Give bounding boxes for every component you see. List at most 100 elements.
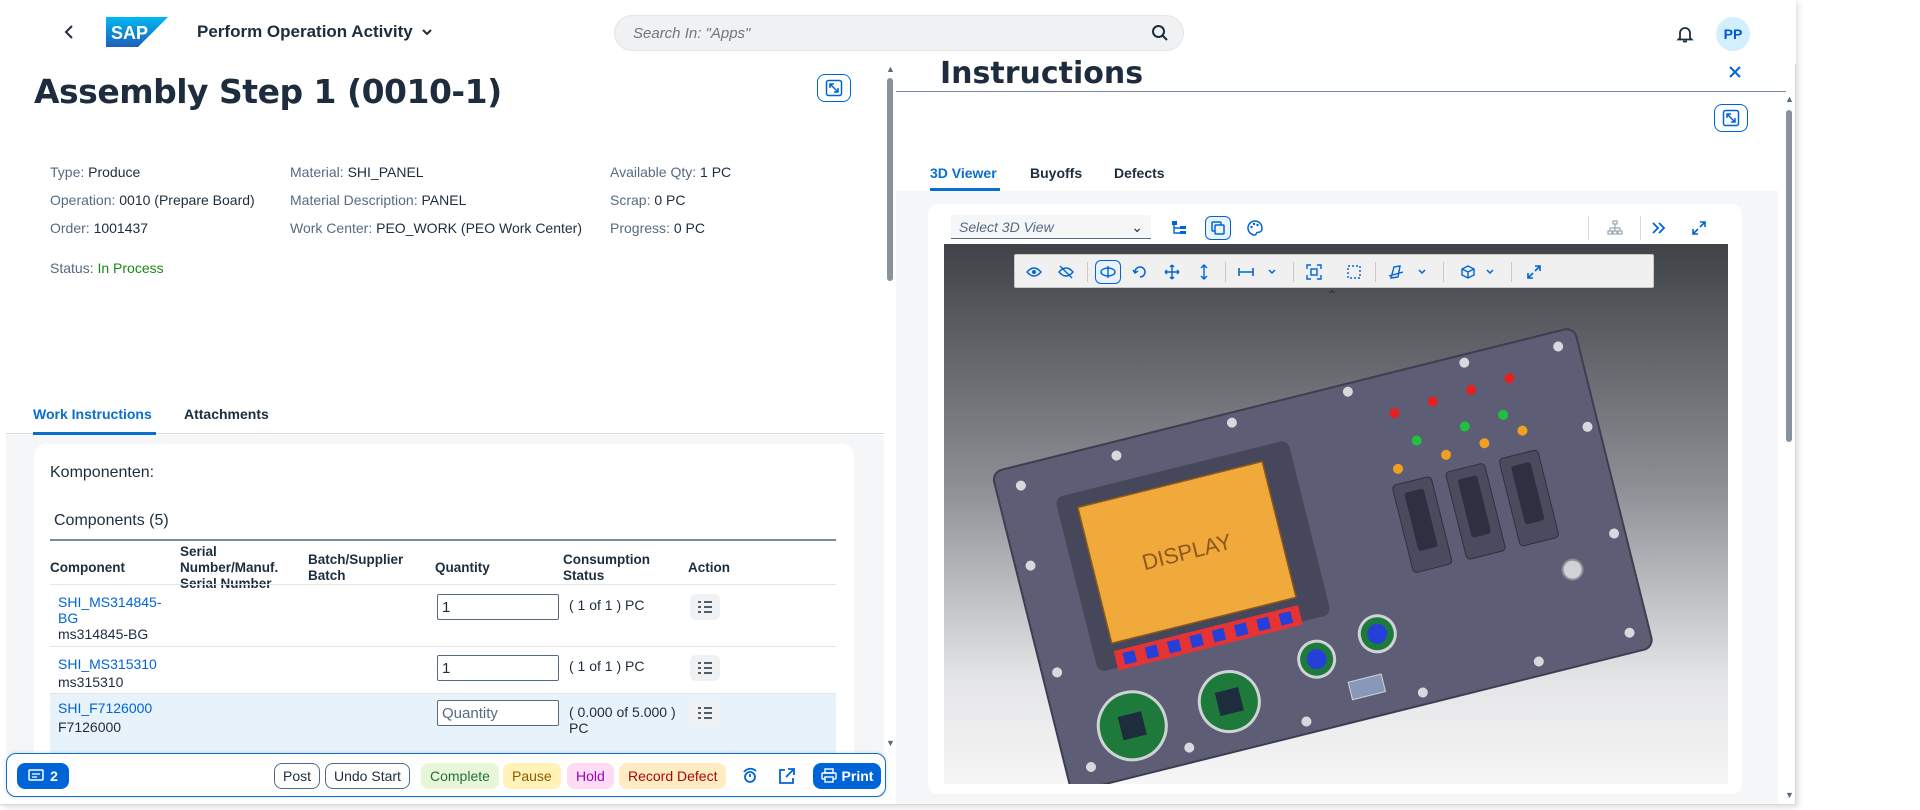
scroll-up-arrow[interactable]: ▲ xyxy=(886,64,895,74)
pause-button[interactable]: Pause xyxy=(503,763,561,789)
hierarchy-icon xyxy=(1607,220,1623,235)
status-value: In Process xyxy=(97,260,164,276)
col-header-component: Component xyxy=(50,560,125,575)
list-icon xyxy=(698,601,712,613)
attr-material-description: Material Description: PANEL xyxy=(290,192,467,208)
row-separator xyxy=(50,646,836,647)
instructions-pane: Instructions 3D Viewer Buyoffs Defects S… xyxy=(896,56,1796,804)
search-field[interactable] xyxy=(614,15,1184,51)
user-avatar[interactable]: PP xyxy=(1716,17,1750,51)
expand-icon xyxy=(825,79,843,97)
row-action-button[interactable] xyxy=(690,700,720,726)
double-chevron-right-icon xyxy=(1652,222,1666,234)
attr-material: Material: SHI_PANEL xyxy=(290,164,424,180)
component-link[interactable]: SHI_MS315310 xyxy=(58,656,157,672)
search-icon[interactable] xyxy=(1151,24,1169,42)
chevron-left-icon xyxy=(64,25,73,39)
back-button[interactable] xyxy=(60,22,80,42)
right-pane-scrollbar[interactable] xyxy=(1786,110,1792,442)
chevron-down-icon: ⌄ xyxy=(1131,219,1143,235)
list-icon xyxy=(698,662,712,674)
attr-order: Order: 1001437 xyxy=(50,220,149,236)
page-title: Assembly Step 1 (0010-1) xyxy=(34,72,502,111)
row-action-button[interactable] xyxy=(690,655,720,681)
attr-type: Type: Produce xyxy=(50,164,141,180)
messages-count: 2 xyxy=(50,768,58,784)
attr-available-qty: Available Qty: 1 PC xyxy=(610,164,732,180)
scroll-down-arrow[interactable]: ▼ xyxy=(886,738,895,748)
instructions-title: Instructions xyxy=(940,56,1144,91)
expand-instructions-button[interactable] xyxy=(1714,104,1748,132)
col-header-batch: Batch/Supplier Batch xyxy=(308,552,404,583)
operation-pane: Assembly Step 1 (0010-1) Type: Produce O… xyxy=(6,64,884,754)
attr-scrap: Scrap: 0 PC xyxy=(610,192,686,208)
app-title-menu[interactable]: Perform Operation Activity xyxy=(197,22,433,42)
panel-3d-model: DISPLAY xyxy=(992,328,1653,784)
tab-3d-viewer[interactable]: 3D Viewer xyxy=(930,165,997,181)
toolbar-separator xyxy=(1588,216,1589,240)
overflow-button[interactable] xyxy=(1646,216,1672,240)
list-icon xyxy=(698,707,712,719)
close-button[interactable] xyxy=(1728,62,1742,85)
post-button[interactable]: Post xyxy=(274,763,321,789)
footer-toolbar: 2 Post Undo Start Complete Pause Hold Re… xyxy=(6,753,886,797)
consumption-status: ( 1 of 1 ) PC xyxy=(569,658,645,674)
3d-viewport[interactable]: ⌃ DISPLAY xyxy=(944,244,1728,784)
hierarchy-button[interactable] xyxy=(1602,216,1628,240)
quantity-input[interactable] xyxy=(437,655,559,681)
table-header-line xyxy=(50,539,836,541)
step-navigation-button[interactable] xyxy=(1205,216,1231,240)
capture-icon[interactable] xyxy=(740,766,760,786)
consumption-status: ( 0.000 of 5.000 ) PC xyxy=(569,704,676,736)
left-pane-scrollbar[interactable] xyxy=(887,78,893,281)
tab-attachments[interactable]: Attachments xyxy=(184,406,269,422)
copy-icon xyxy=(1211,221,1225,235)
sap-logo[interactable]: SAP xyxy=(106,17,168,47)
expand-icon xyxy=(1722,109,1740,127)
close-icon xyxy=(1729,66,1741,78)
undo-start-button[interactable]: Undo Start xyxy=(325,763,410,789)
title-divider xyxy=(896,91,1786,92)
tab-buyoffs[interactable]: Buyoffs xyxy=(1030,165,1082,181)
fullscreen-button[interactable] xyxy=(1686,216,1712,240)
expand-pane-button[interactable] xyxy=(817,74,851,102)
complete-button[interactable]: Complete xyxy=(421,763,499,789)
fullscreen-icon xyxy=(1692,221,1706,235)
print-button[interactable]: Print xyxy=(813,763,881,789)
share-icon[interactable] xyxy=(777,766,797,786)
component-link[interactable]: SHI_MS314845- BG xyxy=(58,594,162,626)
component-description: ms314845-BG xyxy=(58,626,149,642)
hold-button[interactable]: Hold xyxy=(567,763,614,789)
left-tab-bar: Work Instructions Attachments xyxy=(6,394,884,435)
component-description: ms315310 xyxy=(58,674,124,690)
scroll-down-arrow[interactable]: ▼ xyxy=(1785,790,1794,800)
komponenten-label: Komponenten: xyxy=(50,464,155,481)
col-header-consumption-status: Consumption Status xyxy=(563,552,650,583)
attr-work-center: Work Center: PEO_WORK (PEO Work Center) xyxy=(290,220,583,236)
record-defect-button[interactable]: Record Defect xyxy=(619,763,727,789)
attr-status: Status: In Process xyxy=(50,260,164,276)
tab-work-instructions[interactable]: Work Instructions xyxy=(33,406,152,422)
notifications-bell-icon[interactable] xyxy=(1675,24,1695,44)
row-action-button[interactable] xyxy=(690,594,720,620)
scene-tree-button[interactable] xyxy=(1166,216,1192,240)
quantity-input[interactable] xyxy=(437,594,559,620)
scroll-up-arrow[interactable]: ▲ xyxy=(1785,94,1794,104)
palette-button[interactable] xyxy=(1242,216,1268,240)
select-3d-view-dropdown[interactable]: Select 3D View ⌄ xyxy=(951,215,1151,239)
quantity-input[interactable] xyxy=(437,700,559,726)
scene-tree-icon xyxy=(1172,221,1186,234)
components-table-title: Components (5) xyxy=(54,512,169,529)
consumption-status: ( 1 of 1 ) PC xyxy=(569,597,645,613)
search-input[interactable] xyxy=(633,16,1133,50)
message-popover-icon xyxy=(28,769,44,781)
component-link[interactable]: SHI_F7126000 xyxy=(58,700,152,716)
tab-defects[interactable]: Defects xyxy=(1114,165,1165,181)
toolbar-separator xyxy=(1640,216,1641,240)
shell-bar: SAP Perform Operation Activity PP xyxy=(0,0,1796,64)
palette-icon xyxy=(1247,220,1263,236)
col-header-quantity: Quantity xyxy=(435,560,490,575)
row-separator xyxy=(50,584,836,585)
svg-text:SAP: SAP xyxy=(111,23,148,43)
messages-button[interactable]: 2 xyxy=(17,763,69,789)
